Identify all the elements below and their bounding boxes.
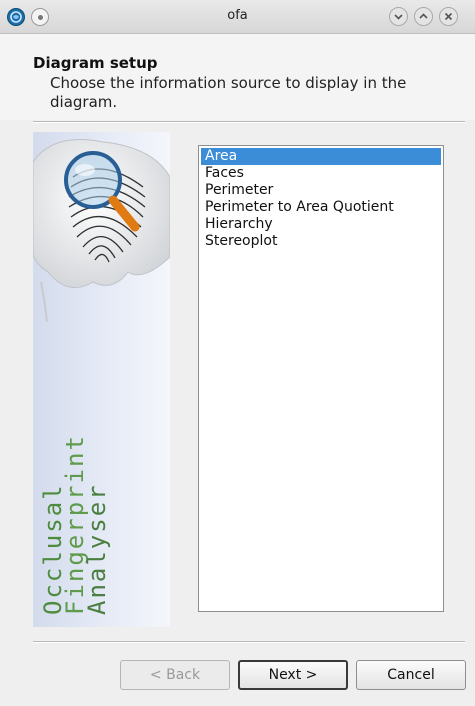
list-item-stereoplot[interactable]: Stereoplot bbox=[201, 233, 441, 250]
wizard-header: Diagram setup Choose the information sou… bbox=[0, 34, 475, 120]
side-brand-text: Occlusal Fingerprint Analyser bbox=[39, 272, 119, 617]
page-title: Diagram setup bbox=[33, 54, 158, 72]
minimize-button[interactable] bbox=[389, 7, 408, 26]
list-item-perimeter-area-quotient[interactable]: Perimeter to Area Quotient bbox=[201, 199, 441, 216]
brand-line-3: Analyser bbox=[83, 483, 111, 615]
list-item-hierarchy[interactable]: Hierarchy bbox=[201, 216, 441, 233]
next-button[interactable]: Next > bbox=[238, 660, 348, 690]
title-bar: ofa bbox=[0, 0, 475, 34]
information-source-list[interactable]: Area Faces Perimeter Perimeter to Area Q… bbox=[198, 145, 444, 612]
list-item-faces[interactable]: Faces bbox=[201, 165, 441, 182]
close-button[interactable] bbox=[439, 7, 458, 26]
list-item-area[interactable]: Area bbox=[201, 148, 441, 165]
cancel-button[interactable]: Cancel bbox=[356, 660, 466, 690]
chevron-down-icon bbox=[394, 14, 403, 20]
chevron-up-icon bbox=[419, 13, 428, 19]
list-item-perimeter[interactable]: Perimeter bbox=[201, 182, 441, 199]
footer-divider bbox=[33, 641, 465, 643]
wizard-side-image: Occlusal Fingerprint Analyser bbox=[33, 132, 170, 627]
page-subtitle: Choose the information source to display… bbox=[50, 74, 407, 111]
maximize-button[interactable] bbox=[414, 7, 433, 26]
back-button[interactable]: < Back bbox=[120, 660, 230, 690]
close-icon bbox=[444, 12, 453, 21]
header-divider bbox=[33, 121, 465, 123]
